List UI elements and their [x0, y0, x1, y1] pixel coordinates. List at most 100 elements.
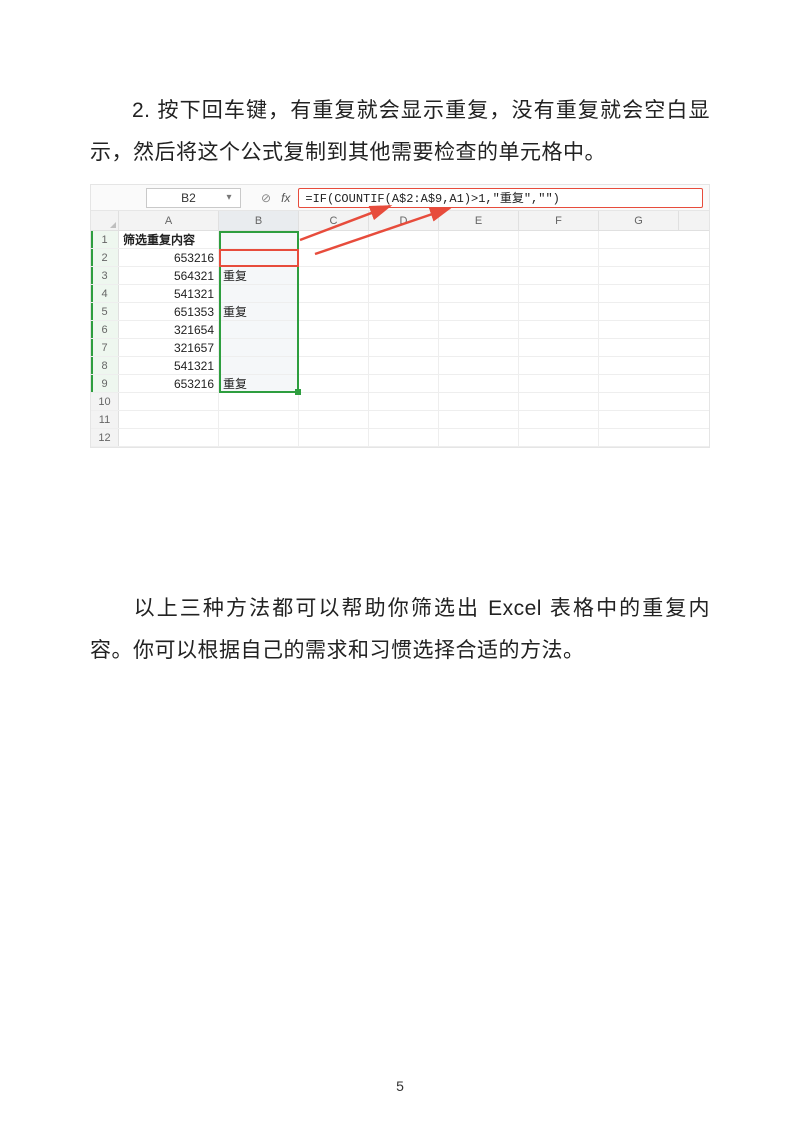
name-box[interactable]: B2 ▾: [146, 188, 241, 208]
cell[interactable]: [369, 249, 439, 266]
cell[interactable]: [219, 285, 299, 302]
cell[interactable]: 564321: [119, 267, 219, 284]
row-header[interactable]: 1: [91, 231, 119, 248]
cell[interactable]: [219, 249, 299, 266]
cell[interactable]: [439, 375, 519, 392]
cell[interactable]: [119, 393, 219, 410]
cell[interactable]: [219, 429, 299, 446]
cell[interactable]: [369, 231, 439, 248]
row-header[interactable]: 5: [91, 303, 119, 320]
cell[interactable]: [439, 303, 519, 320]
cell[interactable]: [599, 303, 679, 320]
cell[interactable]: [439, 429, 519, 446]
row-header[interactable]: 2: [91, 249, 119, 266]
fx-icon[interactable]: fx: [281, 191, 290, 205]
cell[interactable]: [519, 267, 599, 284]
row-header[interactable]: 10: [91, 393, 119, 410]
cell[interactable]: [439, 339, 519, 356]
cell[interactable]: [369, 321, 439, 338]
cancel-icon[interactable]: ⊘: [261, 191, 271, 205]
col-header-f[interactable]: F: [519, 211, 599, 230]
cell[interactable]: [519, 411, 599, 428]
cell[interactable]: 重复: [219, 267, 299, 284]
cell[interactable]: [519, 249, 599, 266]
cell[interactable]: [599, 231, 679, 248]
chevron-down-icon[interactable]: ▾: [224, 192, 234, 203]
cell[interactable]: [369, 429, 439, 446]
cell[interactable]: [519, 303, 599, 320]
cell[interactable]: [369, 411, 439, 428]
cell[interactable]: 541321: [119, 357, 219, 374]
cell[interactable]: 321657: [119, 339, 219, 356]
cell[interactable]: [219, 357, 299, 374]
row-header[interactable]: 7: [91, 339, 119, 356]
cell[interactable]: [299, 285, 369, 302]
cell[interactable]: [299, 357, 369, 374]
row-header[interactable]: 8: [91, 357, 119, 374]
cell[interactable]: [299, 231, 369, 248]
cell[interactable]: 541321: [119, 285, 219, 302]
cell[interactable]: [519, 375, 599, 392]
cell[interactable]: [599, 249, 679, 266]
col-header-b[interactable]: B: [219, 211, 299, 230]
cell[interactable]: [299, 429, 369, 446]
cell[interactable]: [519, 285, 599, 302]
cell[interactable]: [599, 321, 679, 338]
col-header-a[interactable]: A: [119, 211, 219, 230]
row-header[interactable]: 9: [91, 375, 119, 392]
cell[interactable]: [219, 231, 299, 248]
cell[interactable]: [299, 375, 369, 392]
cell[interactable]: 筛选重复内容: [119, 231, 219, 248]
cell[interactable]: [219, 321, 299, 338]
cell[interactable]: [219, 411, 299, 428]
formula-input[interactable]: =IF(COUNTIF(A$2:A$9,A1)>1,"重复",""): [298, 188, 703, 208]
cell[interactable]: [599, 393, 679, 410]
cell[interactable]: [299, 303, 369, 320]
cell[interactable]: [439, 267, 519, 284]
row-header[interactable]: 6: [91, 321, 119, 338]
cell[interactable]: [599, 285, 679, 302]
fill-handle[interactable]: [295, 389, 301, 395]
select-all-corner[interactable]: [91, 211, 119, 230]
col-header-e[interactable]: E: [439, 211, 519, 230]
row-header[interactable]: 12: [91, 429, 119, 446]
cell[interactable]: [439, 357, 519, 374]
cell[interactable]: [219, 339, 299, 356]
cell[interactable]: [299, 321, 369, 338]
cell[interactable]: [299, 339, 369, 356]
cell[interactable]: [439, 285, 519, 302]
cell[interactable]: [369, 285, 439, 302]
cell[interactable]: [519, 321, 599, 338]
cell[interactable]: [369, 375, 439, 392]
cell[interactable]: [299, 411, 369, 428]
cell[interactable]: [599, 411, 679, 428]
col-header-g[interactable]: G: [599, 211, 679, 230]
cell[interactable]: [439, 321, 519, 338]
cell[interactable]: [369, 267, 439, 284]
cell[interactable]: [599, 429, 679, 446]
cell[interactable]: 653216: [119, 375, 219, 392]
cell[interactable]: 651353: [119, 303, 219, 320]
cell[interactable]: [439, 411, 519, 428]
cell[interactable]: [599, 357, 679, 374]
cell[interactable]: [519, 339, 599, 356]
cell[interactable]: [599, 375, 679, 392]
cell[interactable]: 重复: [219, 303, 299, 320]
cell[interactable]: 重复: [219, 375, 299, 392]
cell[interactable]: [119, 411, 219, 428]
row-header[interactable]: 3: [91, 267, 119, 284]
cell[interactable]: [369, 339, 439, 356]
col-header-c[interactable]: C: [299, 211, 369, 230]
cell[interactable]: 653216: [119, 249, 219, 266]
row-header[interactable]: 4: [91, 285, 119, 302]
col-header-d[interactable]: D: [369, 211, 439, 230]
cell[interactable]: [439, 231, 519, 248]
cell[interactable]: [299, 267, 369, 284]
cell[interactable]: [519, 357, 599, 374]
row-header[interactable]: 11: [91, 411, 119, 428]
cell[interactable]: [599, 339, 679, 356]
cell[interactable]: [599, 267, 679, 284]
cell[interactable]: [519, 429, 599, 446]
cell[interactable]: [369, 303, 439, 320]
cell[interactable]: [519, 231, 599, 248]
